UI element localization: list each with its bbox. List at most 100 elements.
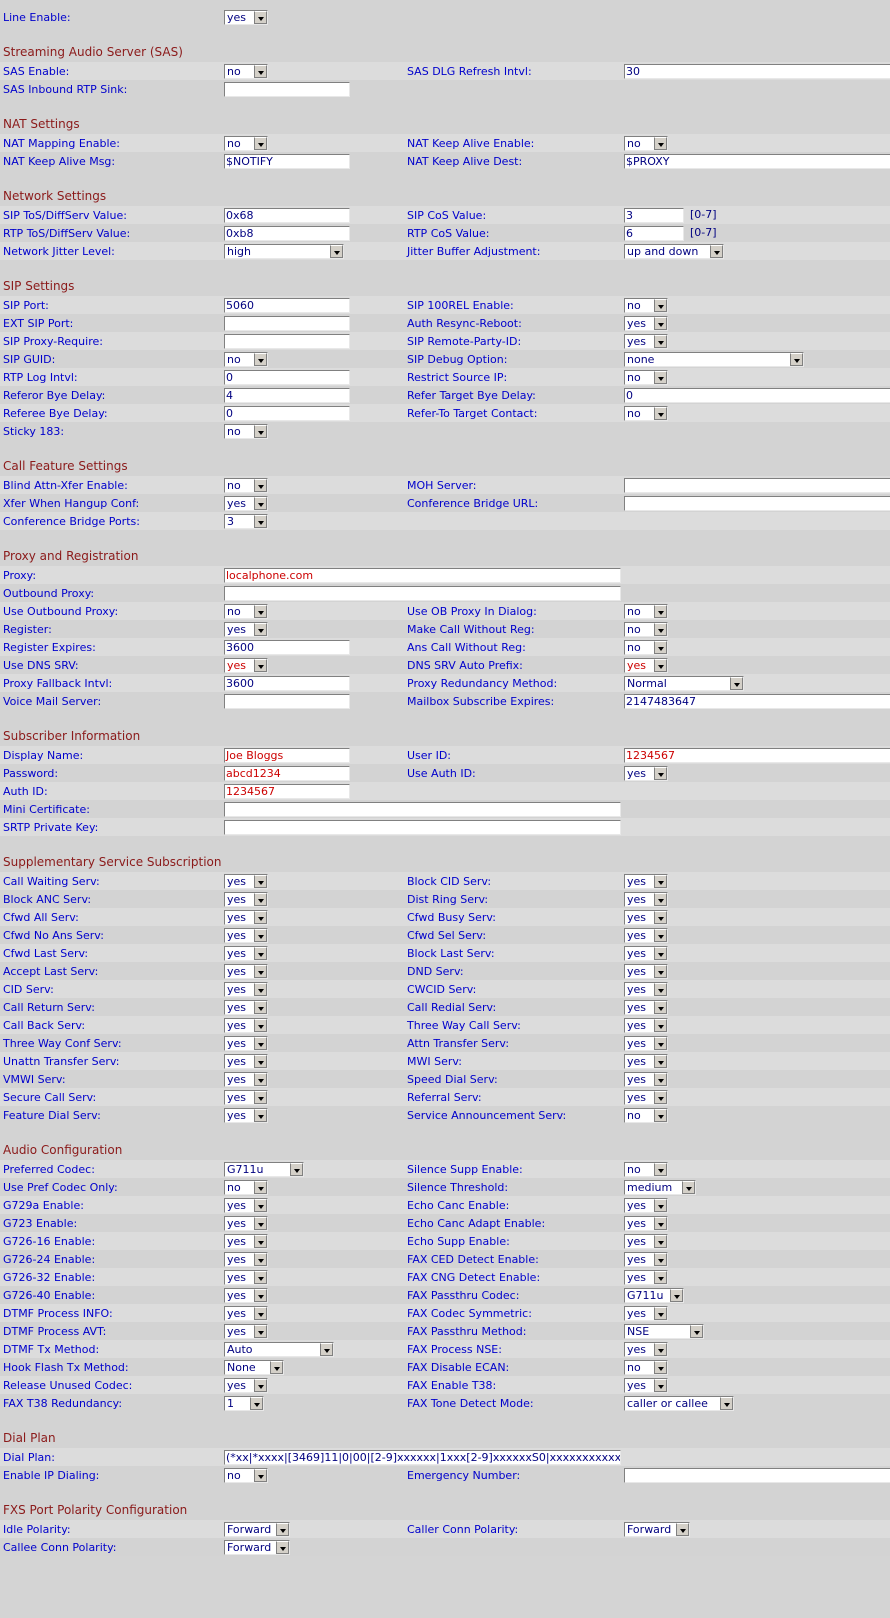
cfwd-sel-serv-select[interactable]: yes (624, 927, 668, 943)
chevron-down-icon[interactable] (254, 496, 267, 510)
nat-mapping-enable-select[interactable]: no (224, 135, 268, 151)
sticky-183-select[interactable]: no (224, 423, 268, 439)
sip-proxy-require-input[interactable] (224, 333, 350, 349)
call-return-serv-select[interactable]: yes (224, 999, 268, 1015)
auth-resync-reboot-select[interactable]: yes (624, 315, 668, 331)
use-pref-codec-only-select[interactable]: no (224, 1179, 268, 1195)
voice-mail-server-input[interactable] (224, 693, 350, 709)
sas-dlg-refresh-intvl-input[interactable]: 30 (624, 63, 890, 79)
call-redial-serv-select[interactable]: yes (624, 999, 668, 1015)
use-dns-srv-select[interactable]: yes (224, 657, 268, 673)
chevron-down-icon[interactable] (254, 136, 267, 150)
chevron-down-icon[interactable] (654, 370, 667, 384)
vmwi-serv-select[interactable]: yes (224, 1071, 268, 1087)
dtmf-process-avt-select[interactable]: yes (224, 1323, 268, 1339)
chevron-down-icon[interactable] (654, 1162, 667, 1176)
chevron-down-icon[interactable] (254, 1036, 267, 1050)
chevron-down-icon[interactable] (682, 1180, 695, 1194)
chevron-down-icon[interactable] (654, 136, 667, 150)
echo-supp-enable-select[interactable]: yes (624, 1233, 668, 1249)
auth-id-input[interactable]: 1234567 (224, 783, 350, 799)
chevron-down-icon[interactable] (654, 964, 667, 978)
chevron-down-icon[interactable] (654, 1216, 667, 1230)
chevron-down-icon[interactable] (730, 676, 743, 690)
silence-supp-enable-select[interactable]: no (624, 1161, 668, 1177)
chevron-down-icon[interactable] (254, 1054, 267, 1068)
chevron-down-icon[interactable] (254, 1000, 267, 1014)
fax-codec-symmetric-select[interactable]: yes (624, 1305, 668, 1321)
emergency-number-input[interactable] (624, 1467, 890, 1483)
chevron-down-icon[interactable] (254, 424, 267, 438)
chevron-down-icon[interactable] (254, 514, 267, 528)
g726-40-enable-select[interactable]: yes (224, 1287, 268, 1303)
chevron-down-icon[interactable] (654, 892, 667, 906)
chevron-down-icon[interactable] (654, 1360, 667, 1374)
chevron-down-icon[interactable] (654, 874, 667, 888)
chevron-down-icon[interactable] (670, 1288, 683, 1302)
xfer-when-hangup-conf-select[interactable]: yes (224, 495, 268, 511)
fax-t38-redundancy-select[interactable]: 1 (224, 1395, 264, 1411)
enable-ip-dialing-select[interactable]: no (224, 1467, 268, 1483)
block-last-serv-select[interactable]: yes (624, 945, 668, 961)
chevron-down-icon[interactable] (254, 1234, 267, 1248)
chevron-down-icon[interactable] (654, 1000, 667, 1014)
g726-32-enable-select[interactable]: yes (224, 1269, 268, 1285)
sip-debug-option-select[interactable]: none (624, 351, 804, 367)
chevron-down-icon[interactable] (254, 478, 267, 492)
chevron-down-icon[interactable] (254, 910, 267, 924)
moh-server-input[interactable] (624, 477, 890, 493)
chevron-down-icon[interactable] (654, 1072, 667, 1086)
chevron-down-icon[interactable] (254, 10, 267, 24)
unattn-transfer-serv-select[interactable]: yes (224, 1053, 268, 1069)
chevron-down-icon[interactable] (254, 1090, 267, 1104)
rtp-cos-value-input[interactable]: 6 (624, 225, 684, 241)
refer-target-bye-delay-input[interactable]: 0 (624, 387, 890, 403)
chevron-down-icon[interactable] (254, 982, 267, 996)
network-jitter-level-select[interactable]: high (224, 243, 344, 259)
chevron-down-icon[interactable] (654, 910, 667, 924)
chevron-down-icon[interactable] (654, 1018, 667, 1032)
chevron-down-icon[interactable] (254, 892, 267, 906)
speed-dial-serv-select[interactable]: yes (624, 1071, 668, 1087)
proxy-redundancy-method-select[interactable]: Normal (624, 675, 744, 691)
chevron-down-icon[interactable] (254, 1180, 267, 1194)
call-waiting-serv-select[interactable]: yes (224, 873, 268, 889)
chevron-down-icon[interactable] (720, 1396, 733, 1410)
dial-plan-input[interactable]: (*xx|*xxxx|[3469]11|0|00|[2-9]xxxxxx|1xx… (224, 1449, 621, 1465)
use-auth-id-select[interactable]: yes (624, 765, 668, 781)
mwi-serv-select[interactable]: yes (624, 1053, 668, 1069)
chevron-down-icon[interactable] (654, 1270, 667, 1284)
echo-canc-adapt-enable-select[interactable]: yes (624, 1215, 668, 1231)
user-id-input[interactable]: 1234567 (624, 747, 890, 763)
chevron-down-icon[interactable] (654, 982, 667, 996)
dtmf-tx-method-select[interactable]: Auto (224, 1341, 334, 1357)
sas-enable-select[interactable]: no (224, 63, 268, 79)
hook-flash-tx-method-select[interactable]: None (224, 1359, 284, 1375)
chevron-down-icon[interactable] (654, 1036, 667, 1050)
chevron-down-icon[interactable] (654, 604, 667, 618)
chevron-down-icon[interactable] (254, 928, 267, 942)
chevron-down-icon[interactable] (320, 1342, 333, 1356)
chevron-down-icon[interactable] (250, 1396, 263, 1410)
conference-bridge-ports-select[interactable]: 3 (224, 513, 268, 529)
use-ob-proxy-in-dialog-select[interactable]: no (624, 603, 668, 619)
callee-conn-polarity-select[interactable]: Forward (224, 1539, 290, 1555)
chevron-down-icon[interactable] (654, 334, 667, 348)
idle-polarity-select[interactable]: Forward (224, 1521, 290, 1537)
chevron-down-icon[interactable] (254, 622, 267, 636)
chevron-down-icon[interactable] (654, 622, 667, 636)
cfwd-no-ans-serv-select[interactable]: yes (224, 927, 268, 943)
restrict-source-ip-select[interactable]: no (624, 369, 668, 385)
secure-call-serv-select[interactable]: yes (224, 1089, 268, 1105)
release-unused-codec-select[interactable]: yes (224, 1377, 268, 1393)
cfwd-last-serv-select[interactable]: yes (224, 945, 268, 961)
rtp-tosdiffserv-value-input[interactable]: 0xb8 (224, 225, 350, 241)
fax-enable-t38-select[interactable]: yes (624, 1377, 668, 1393)
chevron-down-icon[interactable] (254, 1108, 267, 1122)
chevron-down-icon[interactable] (254, 1288, 267, 1302)
chevron-down-icon[interactable] (654, 640, 667, 654)
silence-threshold-select[interactable]: medium (624, 1179, 696, 1195)
service-announcement-serv-select[interactable]: no (624, 1107, 668, 1123)
sip-cos-value-input[interactable]: 3 (624, 207, 684, 223)
chevron-down-icon[interactable] (654, 658, 667, 672)
